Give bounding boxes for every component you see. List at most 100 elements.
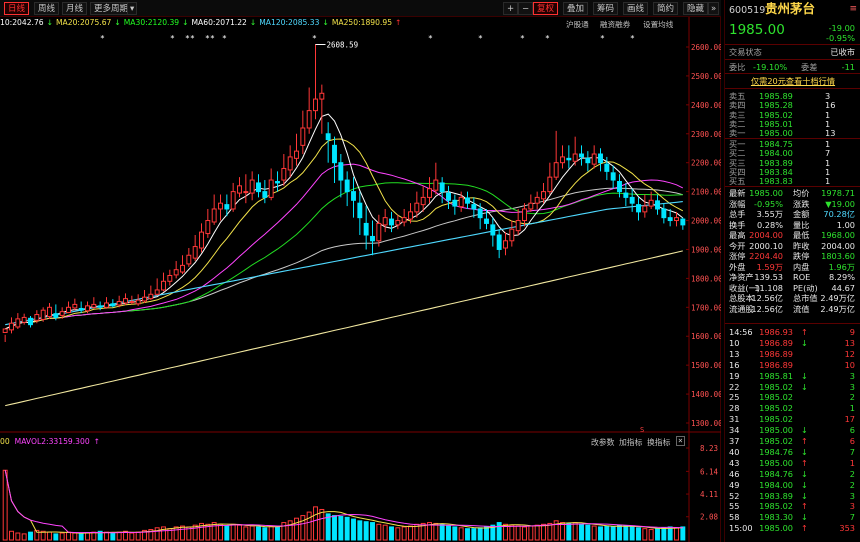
volume-bar[interactable] [446,525,451,541]
candle-body[interactable] [192,246,198,259]
volume-bar[interactable] [332,515,337,541]
candle-body[interactable] [40,309,46,320]
volume-bar[interactable] [9,530,14,541]
volume-bar[interactable] [129,532,135,541]
volume-bar[interactable] [319,508,325,541]
expand-icon[interactable]: » [708,2,720,15]
period-tab-3[interactable]: 更多周期 [90,2,133,15]
period-tab-1[interactable]: 周线 [34,2,60,15]
candle-body[interactable] [281,167,287,181]
candle-body[interactable] [389,218,394,226]
menu-icon[interactable]: ≡ [849,4,857,14]
volume-bar[interactable] [47,531,52,541]
candle-body[interactable] [623,192,629,198]
volume-bar[interactable] [408,525,413,541]
candle-body[interactable] [78,307,84,311]
volume-option-2[interactable]: 换指标 [647,437,670,448]
candle-body[interactable] [167,274,173,282]
candle-body[interactable] [515,220,521,232]
volume-bar[interactable] [471,528,477,541]
volume-bar[interactable] [53,533,59,541]
volume-bar[interactable] [528,525,534,541]
volume-bar[interactable] [598,526,603,541]
candle-body[interactable] [332,144,337,164]
volume-bar[interactable] [237,524,242,541]
volume-bar[interactable] [484,526,489,541]
volume-bar[interactable] [655,528,660,541]
volume-bar[interactable] [249,525,255,541]
candle-body[interactable] [148,293,154,300]
candle-body[interactable] [28,317,33,326]
candle-body[interactable] [433,179,439,191]
period-dropdown-icon[interactable]: ▾ [127,2,138,15]
tick-row[interactable]: 55 1985.02 ↑ 3 [729,501,857,511]
candle-body[interactable] [154,289,160,295]
volume-bar[interactable] [579,523,584,541]
tick-row[interactable]: 31 1985.02 17 [729,414,857,424]
candle-body[interactable] [338,162,344,181]
candle-body[interactable] [408,211,413,220]
candle-body[interactable] [534,196,540,204]
volume-bar[interactable] [268,525,274,541]
candle-body[interactable] [446,192,451,201]
tick-row[interactable]: 25 1985.02 2 [729,392,857,402]
candle-body[interactable] [680,218,686,226]
candle-body[interactable] [173,269,179,276]
volume-bar[interactable] [642,528,648,541]
volume-bar[interactable] [585,524,591,541]
chart-canvas[interactable]: 2600.00 2500.00 2400.00 2300.00 2200.00 2100.… [0,0,721,542]
tick-row[interactable]: 19 1985.81 ↓ 3 [729,371,857,381]
candle-body[interactable] [66,306,71,314]
volume-bar[interactable] [363,521,369,541]
volume-bar[interactable] [180,525,185,541]
candle-body[interactable] [21,316,27,323]
volume-bar[interactable] [351,518,356,541]
event-marker-icon[interactable]: * [170,34,175,43]
volume-bar[interactable] [477,527,483,541]
candle-body[interactable] [268,179,274,198]
volume-bar[interactable] [522,526,527,541]
volume-option-0[interactable]: 改参数 [591,437,614,448]
candle-body[interactable] [287,156,293,171]
candle-body[interactable] [224,204,230,210]
tick-row[interactable]: 10 1986.89 ↓ 13 [729,338,857,348]
indicator-option-0[interactable]: 沪股通 [566,19,589,30]
candle-body[interactable] [395,220,401,226]
tick-row[interactable]: 46 1984.76 ↓ 2 [729,469,857,479]
candle-body[interactable] [598,153,603,164]
candle-body[interactable] [319,92,325,100]
volume-bar[interactable] [541,523,546,541]
volume-bar[interactable] [154,527,160,541]
candle-body[interactable] [370,235,375,242]
volume-bar[interactable] [680,526,686,541]
volume-bar[interactable] [496,522,502,541]
candle-body[interactable] [91,303,97,308]
candle-body[interactable] [363,222,369,236]
volume-bar[interactable] [636,527,641,541]
volume-bar[interactable] [433,522,439,541]
volume-bar[interactable] [661,527,667,541]
volume-bar[interactable] [560,522,565,541]
candle-body[interactable] [230,191,236,210]
candle-body[interactable] [294,150,299,159]
candle-body[interactable] [585,157,591,164]
candle-body[interactable] [275,180,280,184]
candle-body[interactable] [667,217,673,222]
candle-body[interactable] [541,191,546,200]
volume-bar[interactable] [294,517,299,541]
candle-body[interactable] [553,162,559,178]
candle-body[interactable] [610,172,616,181]
tick-row[interactable]: 58 1983.30 ↓ 7 [729,512,857,522]
volume-bar[interactable] [230,523,236,541]
candle-body[interactable] [161,280,166,291]
indicator-option-1[interactable]: 融资融券 [600,19,630,30]
candle-body[interactable] [186,254,192,265]
candle-body[interactable] [344,179,350,193]
toolbar-button-0[interactable]: + [503,2,519,15]
volume-bar[interactable] [357,520,363,541]
volume-bar[interactable] [376,523,382,541]
toolbar-button-6[interactable]: 简约 [653,2,679,15]
volume-bar[interactable] [15,532,21,541]
volume-bar[interactable] [439,523,445,541]
candle-body[interactable] [72,303,78,309]
